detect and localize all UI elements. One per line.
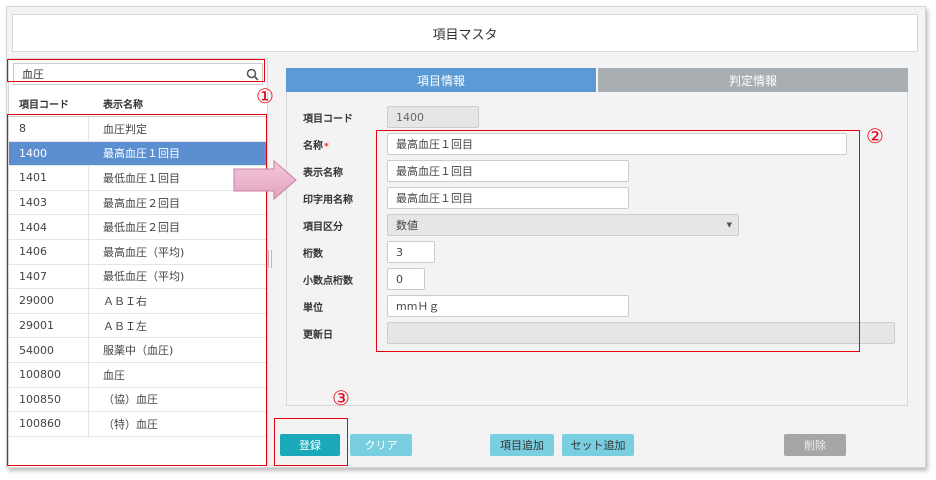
tab-item-info[interactable]: 項目情報 [286,68,596,92]
form-row-code: 項目コード 1400 [303,106,479,128]
annotation-box-form [376,130,860,352]
annotation-box-search [7,59,265,82]
name-label: 名称* [303,137,387,152]
tab-judgement-info[interactable]: 判定情報 [598,68,908,92]
page-title: 項目マスタ [12,14,918,52]
add-set-button[interactable]: セット追加 [562,434,634,456]
required-mark: * [324,141,329,152]
annotation-number-one: ① [256,84,274,108]
name-label-text: 名称 [303,140,323,152]
annotation-box-register [274,418,348,466]
decimal-digits-label: 小数点桁数 [303,275,353,287]
annotation-box-list [7,114,267,466]
display-name-label: 表示名称 [303,167,343,179]
code-label: 項目コード [303,113,353,125]
clear-button[interactable]: クリア [350,434,412,456]
updated-date-label: 更新日 [303,329,333,341]
add-item-button[interactable]: 項目追加 [490,434,554,456]
code-field: 1400 [387,106,479,128]
arrow-right-icon [233,160,297,200]
delete-button[interactable]: 削除 [784,434,846,456]
tab-bar: 項目情報 判定情報 [286,68,908,92]
print-name-label: 印字用名称 [303,194,353,206]
unit-label: 単位 [303,302,323,314]
annotation-number-two: ② [866,124,884,148]
column-header-name[interactable]: 表示名称 [89,96,267,111]
annotation-number-three: ③ [332,386,350,410]
panel-splitter-handle[interactable] [268,250,272,268]
column-header-code[interactable]: 項目コード [9,96,89,111]
digits-label: 桁数 [303,248,323,260]
item-type-label: 項目区分 [303,221,343,233]
